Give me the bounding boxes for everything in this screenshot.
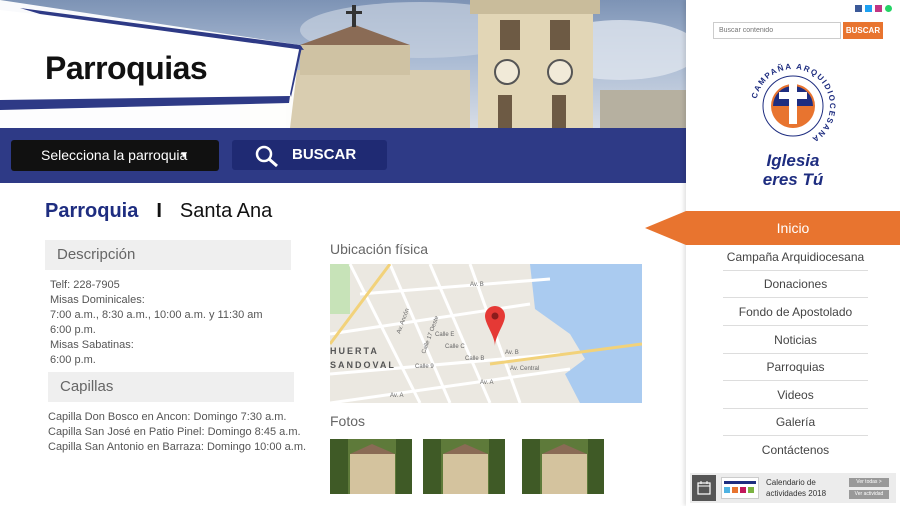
map-street-label: Calle B <box>465 356 484 362</box>
menu-item-donaciones[interactable]: Donaciones <box>723 271 868 298</box>
menu-item-videos[interactable]: Videos <box>723 382 868 409</box>
map-district-label: SANDOVAL <box>330 360 396 370</box>
map-graphic: Av. B Av. Ancón Calle 17 Oeste Calle E C… <box>330 264 642 403</box>
foto-thumbnail[interactable] <box>522 439 604 494</box>
menu-item-fondo[interactable]: Fondo de Apostolado <box>723 299 868 326</box>
map-street-label: Av. Central <box>510 366 539 372</box>
info-line: 6:00 p.m. <box>50 354 96 366</box>
calendar-thumbnail <box>721 477 759 499</box>
active-arrow <box>645 211 686 245</box>
calendar-icon <box>692 475 716 501</box>
menu-item-parroquias[interactable]: Parroquias <box>723 354 868 381</box>
whatsapp-icon[interactable] <box>885 5 892 12</box>
facebook-icon[interactable] <box>855 5 862 12</box>
ubicacion-label: Ubicación física <box>330 241 429 257</box>
info-line: 7:00 a.m., 8:30 a.m., 10:00 a.m. y 11:30… <box>50 309 263 321</box>
page-title: Parroquias <box>45 50 208 86</box>
parroquia-name: Santa Ana <box>179 200 273 222</box>
heading-separator: I <box>156 200 162 222</box>
capillas-text: Capilla Don Bosco en Ancon: Domingo 7:30… <box>48 410 306 455</box>
search-parroquia-button[interactable]: BUSCAR <box>232 140 387 170</box>
info-line: Telf: 228-7905 <box>50 279 120 291</box>
calendar-view-all-button[interactable]: Ver todas > <box>849 478 889 487</box>
instagram-icon[interactable] <box>875 5 882 12</box>
menu-item-contactenos[interactable]: Contáctenos <box>723 437 868 463</box>
menu-item-noticias[interactable]: Noticias <box>723 327 868 354</box>
search-button-label: BUSCAR <box>292 146 357 163</box>
caret-down-icon: ▼ <box>179 150 189 161</box>
parroquia-select[interactable]: Selecciona la parroquia ▼ <box>11 140 219 171</box>
calendar-title: Calendario de actividades 2018 <box>766 478 827 498</box>
search-button[interactable]: BUSCAR <box>843 22 883 39</box>
capilla-line: Capilla San José en Patio Pinel: Domingo… <box>48 426 301 438</box>
social-links <box>855 5 892 12</box>
magnifier-icon <box>255 145 278 168</box>
map-district-label: HUERTA <box>330 346 379 356</box>
capilla-line: Capilla Don Bosco en Ancon: Domingo 7:30… <box>48 411 287 423</box>
calendar-view-activity-button[interactable]: Ver actividad <box>849 490 889 499</box>
map-pin-icon[interactable] <box>485 306 505 346</box>
twitter-icon[interactable] <box>865 5 872 12</box>
map-street-label: Av. B <box>505 350 519 356</box>
capilla-line: Capilla San Antonio en Barraza: Domingo … <box>48 441 307 453</box>
info-line: Misas Sabatinas: <box>50 339 134 351</box>
map-street-label: Calle E <box>435 332 454 338</box>
foto-thumbnail[interactable] <box>330 439 412 494</box>
heading-prefix: Parroquia <box>45 200 139 222</box>
descripcion-header: Descripción <box>45 240 291 270</box>
info-line: Misas Dominicales: <box>50 294 145 306</box>
map-street-label: Av. A <box>390 393 403 399</box>
map-street-label: Av. A <box>480 380 493 386</box>
logo-line1: Iglesia <box>767 151 820 170</box>
fotos-label: Fotos <box>330 413 366 429</box>
menu-item-campana[interactable]: Campaña Arquidiocesana <box>723 244 868 271</box>
map-street-label: Calle C <box>445 344 465 350</box>
location-map[interactable]: Av. B Av. Ancón Calle 17 Oeste Calle E C… <box>330 264 642 403</box>
search-input[interactable] <box>713 22 841 39</box>
parroquia-heading: Parroquia I Santa Ana <box>45 200 272 223</box>
campana-logo[interactable]: CAMPAÑA ARQUIDIOCESANA Iglesia eres Tú <box>748 58 838 190</box>
info-line: 6:00 p.m. <box>50 324 96 336</box>
map-street-label: Calle 9 <box>415 364 434 370</box>
map-street-label: Av. B <box>470 282 484 288</box>
hero-banner: Parroquias <box>0 0 686 128</box>
logo-line2: eres Tú <box>763 170 824 189</box>
descripcion-text: Telf: 228-7905 Misas Dominicales: 7:00 a… <box>50 278 263 368</box>
foto-thumbnail[interactable] <box>423 439 505 494</box>
menu-item-galeria[interactable]: Galería <box>723 409 868 436</box>
select-label: Selecciona la parroquia <box>41 147 188 163</box>
menu-item-inicio[interactable]: Inicio <box>686 211 900 245</box>
capillas-header: Capillas <box>48 372 294 402</box>
